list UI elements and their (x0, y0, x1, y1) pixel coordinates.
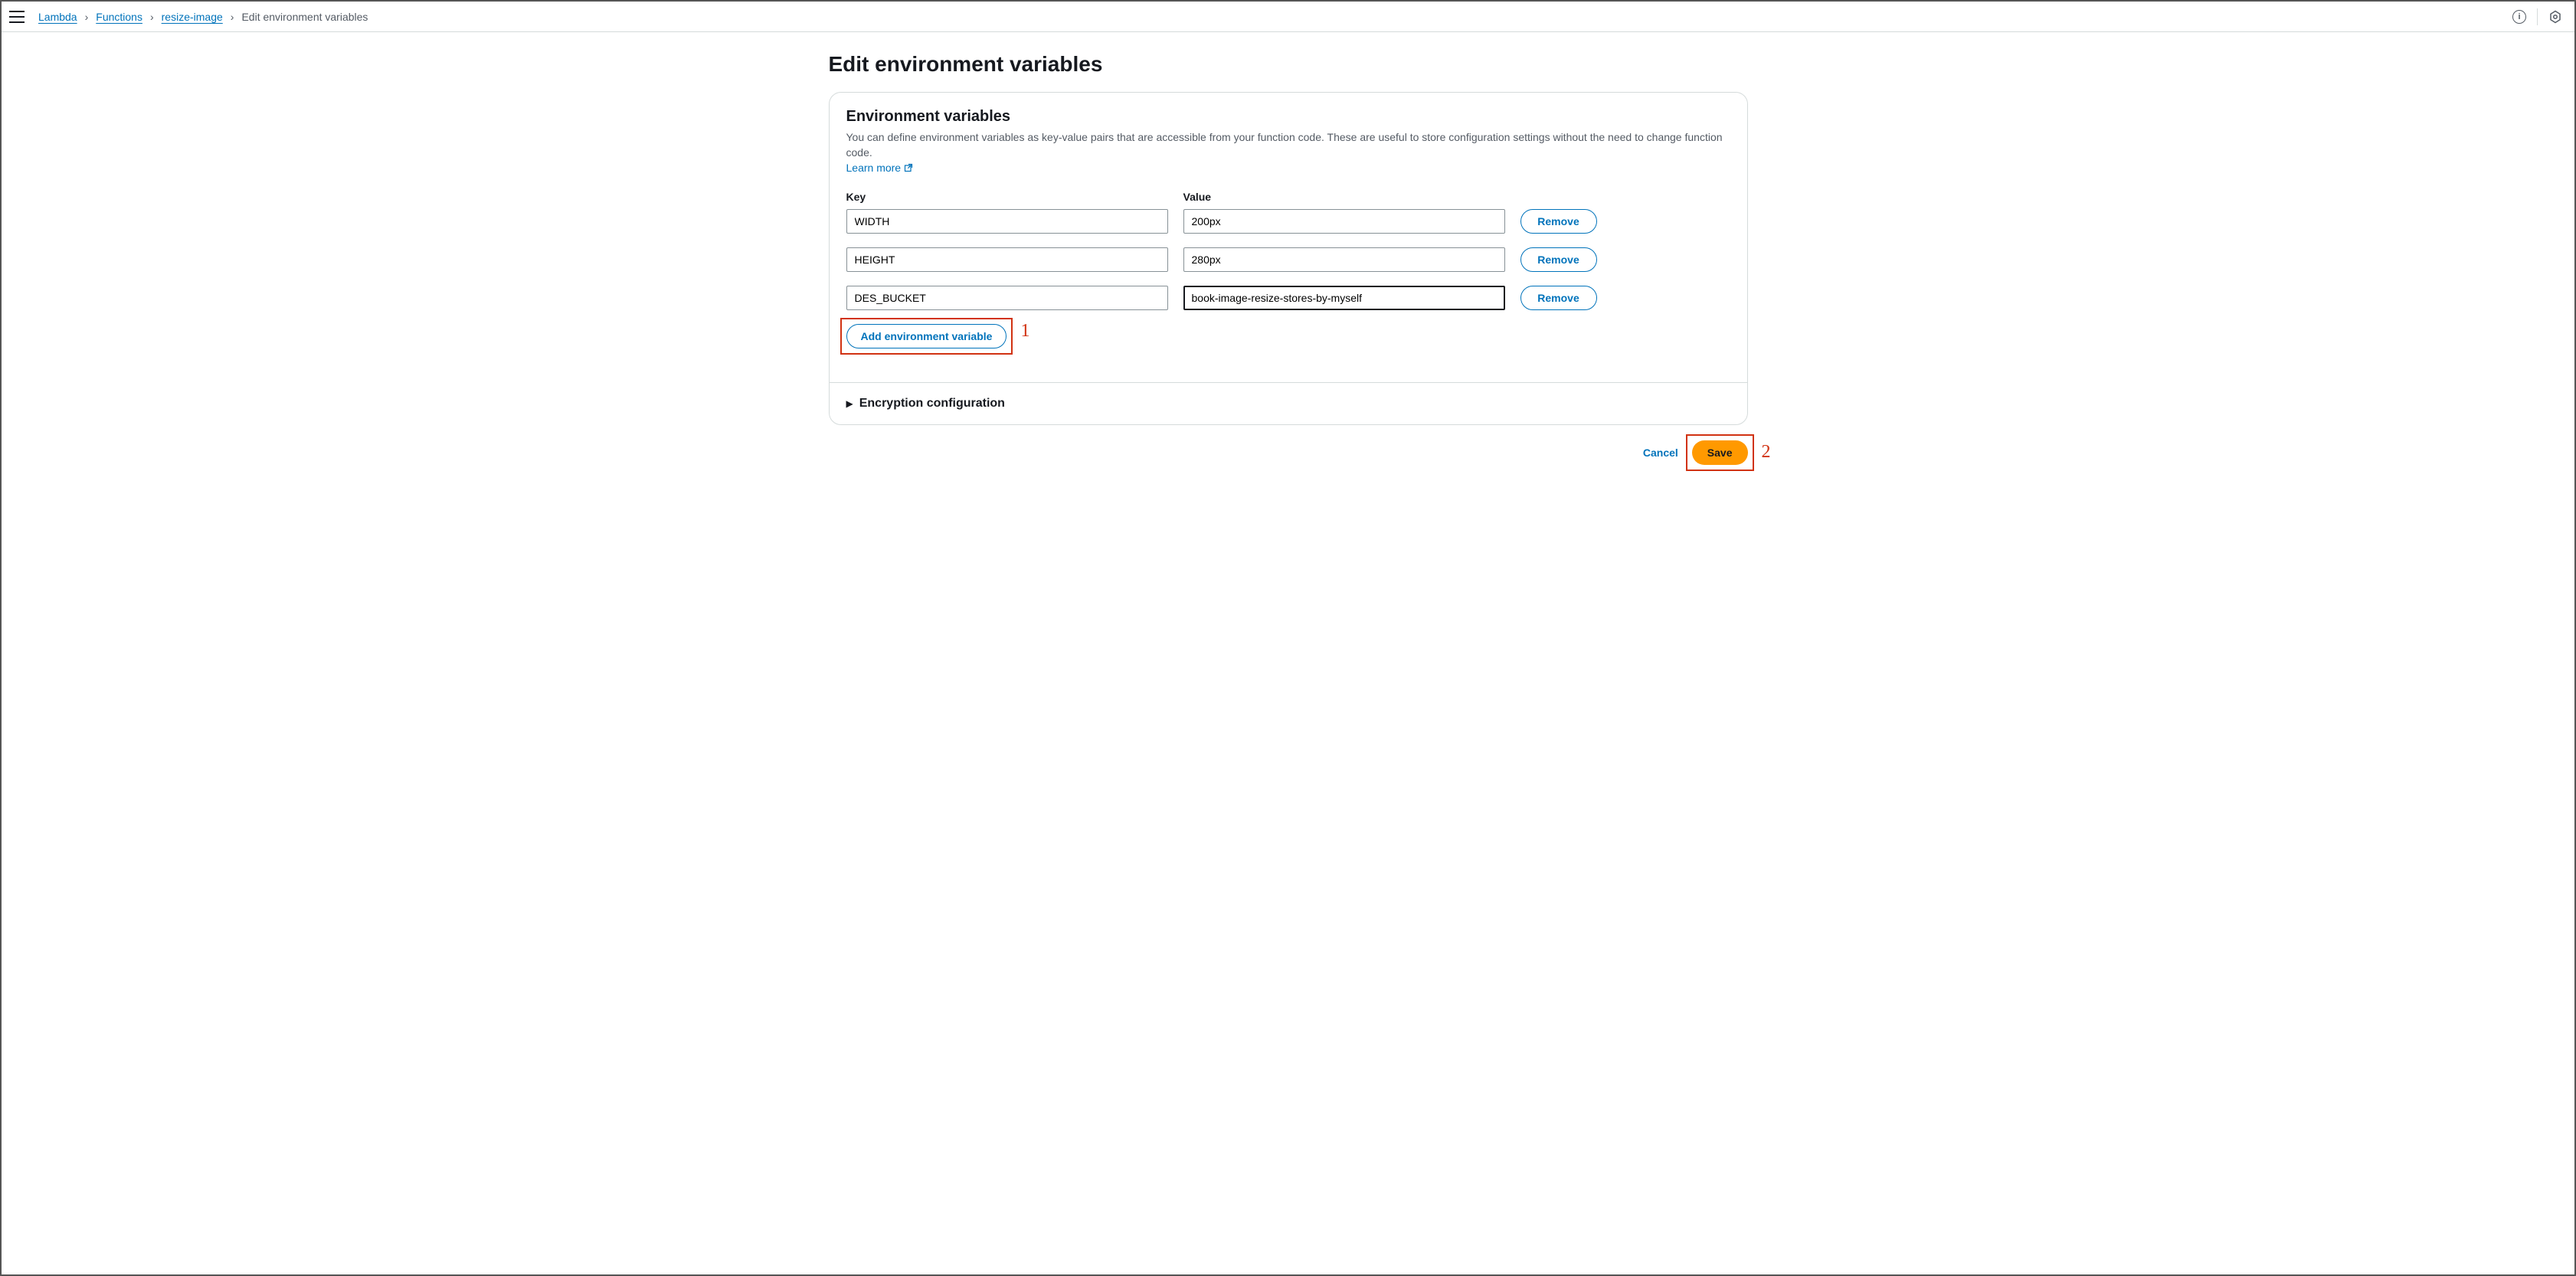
breadcrumb-functions[interactable]: Functions (96, 11, 142, 23)
encryption-config-toggle[interactable]: ▶ Encryption configuration (830, 383, 1747, 424)
header-key: Key (846, 191, 1168, 203)
key-input[interactable] (846, 286, 1168, 310)
remove-button[interactable]: Remove (1520, 209, 1597, 234)
panel-description: You can define environment variables as … (846, 130, 1730, 160)
value-input[interactable] (1183, 209, 1505, 234)
encryption-config-label: Encryption configuration (859, 397, 1005, 411)
content-container: Edit environment variables Environment v… (829, 47, 1748, 1244)
chevron-right-icon: › (85, 11, 89, 23)
kv-rows: Remove Remove Remove (846, 209, 1730, 310)
page-title: Edit environment variables (829, 52, 1748, 77)
annotation-1: 1 (1020, 321, 1029, 342)
info-icon[interactable]: i (2512, 10, 2526, 24)
form-actions: Cancel Save 2 (829, 440, 1748, 465)
annotation-2: 2 (1762, 442, 1771, 463)
top-bar-right: i (2512, 8, 2562, 25)
kv-row: Remove (846, 286, 1730, 310)
hamburger-icon[interactable] (9, 11, 25, 23)
preferences-icon[interactable] (2548, 10, 2562, 24)
kv-row: Remove (846, 209, 1730, 234)
caret-right-icon: ▶ (846, 398, 853, 409)
divider (2537, 8, 2538, 25)
learn-more-label: Learn more (846, 162, 902, 174)
breadcrumb-function-name[interactable]: resize-image (162, 11, 223, 23)
value-input[interactable] (1183, 247, 1505, 272)
top-bar-left: Lambda › Functions › resize-image › Edit… (9, 11, 368, 23)
breadcrumb: Lambda › Functions › resize-image › Edit… (38, 11, 368, 23)
remove-button[interactable]: Remove (1520, 247, 1597, 272)
panel-title: Environment variables (846, 108, 1730, 126)
top-bar: Lambda › Functions › resize-image › Edit… (2, 2, 2574, 32)
env-vars-panel: Environment variables You can define env… (829, 92, 1748, 425)
remove-button[interactable]: Remove (1520, 286, 1597, 310)
kv-row: Remove (846, 247, 1730, 272)
save-button[interactable]: Save (1692, 440, 1748, 465)
breadcrumb-current: Edit environment variables (241, 11, 368, 23)
cancel-button[interactable]: Cancel (1643, 447, 1678, 459)
breadcrumb-lambda[interactable]: Lambda (38, 11, 77, 23)
external-link-icon (904, 163, 913, 172)
header-value: Value (1183, 191, 1505, 203)
key-input[interactable] (846, 209, 1168, 234)
chevron-right-icon: › (150, 11, 154, 23)
main-content: Edit environment variables Environment v… (2, 32, 2574, 1274)
key-input[interactable] (846, 247, 1168, 272)
kv-header-row: Key Value (846, 191, 1730, 203)
learn-more-link[interactable]: Learn more (846, 162, 914, 174)
add-env-var-button[interactable]: Add environment variable (846, 324, 1007, 348)
value-input[interactable] (1183, 286, 1505, 310)
chevron-right-icon: › (231, 11, 234, 23)
